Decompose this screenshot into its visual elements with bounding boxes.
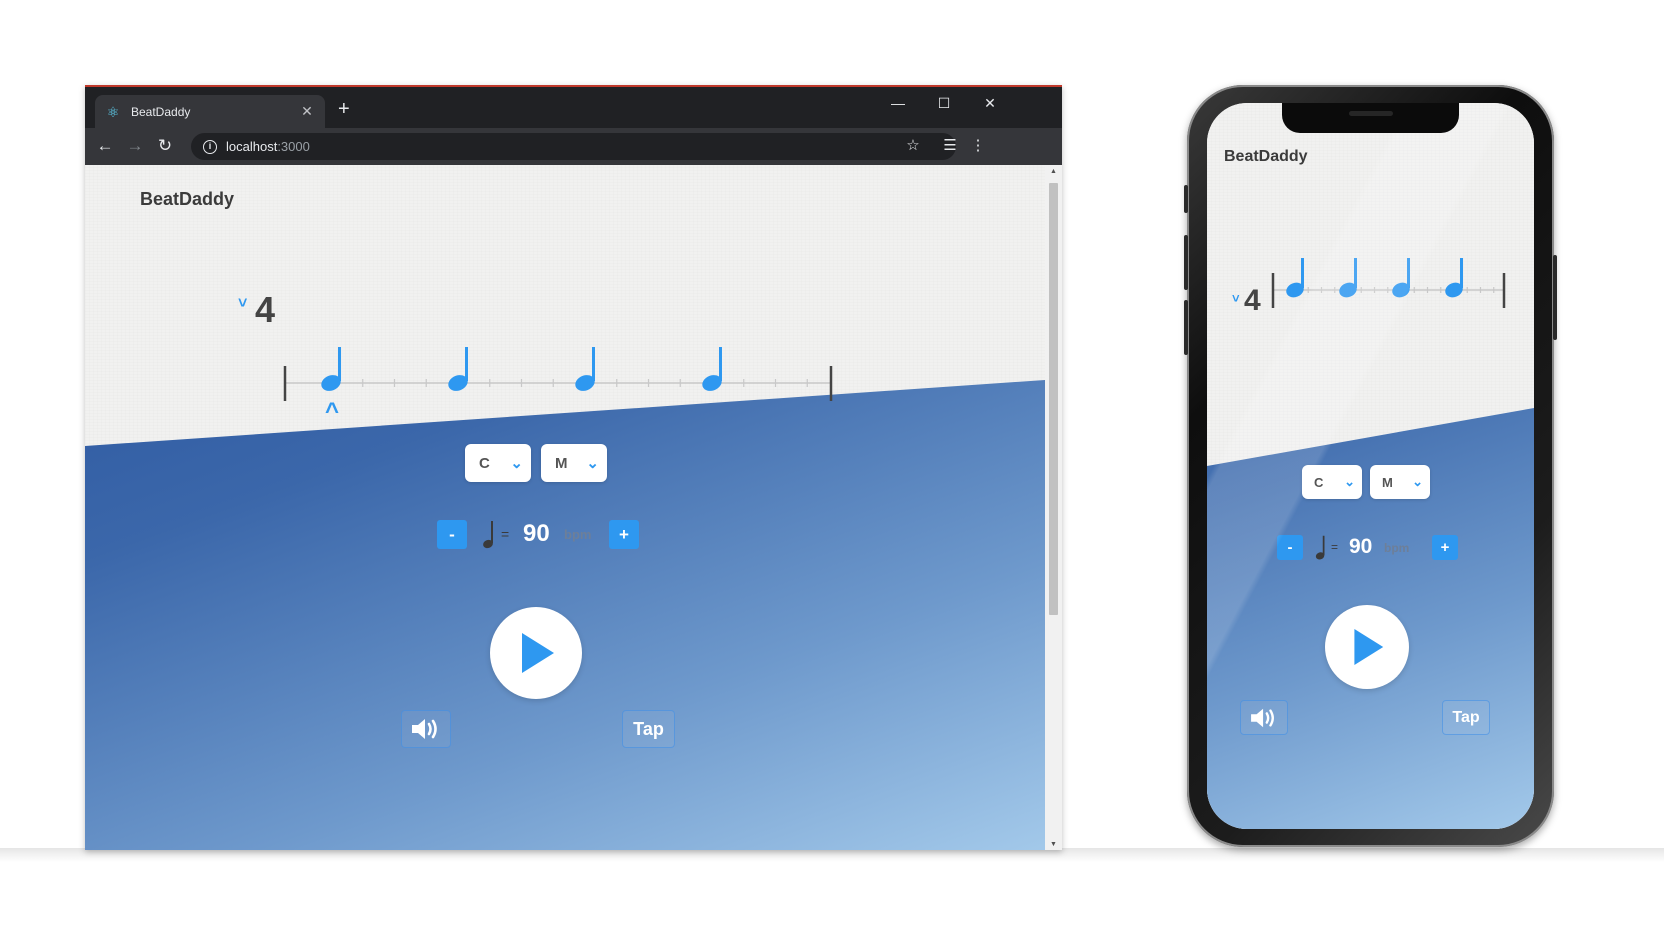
showcase-stage: ⚛ BeatDaddy ✕ + — ☐ ✕ ← → ↻ i localhost:… (0, 0, 1664, 936)
beat-cursor-icon: ^ (325, 398, 339, 425)
quarter-note (702, 347, 722, 391)
react-atom-icon: ⚛ (106, 103, 120, 120)
mode-select[interactable]: M ⌄ (541, 444, 607, 482)
quarter-note-icon (483, 521, 493, 549)
quarter-note (448, 347, 468, 391)
tempo-equals: = (1331, 540, 1339, 554)
tempo-increase-button[interactable]: + (1432, 535, 1458, 560)
floor-shadow (0, 848, 1664, 862)
play-icon (1354, 629, 1384, 665)
close-window-button[interactable]: ✕ (967, 93, 1013, 113)
browser-window: ⚛ BeatDaddy ✕ + — ☐ ✕ ← → ↻ i localhost:… (85, 85, 1062, 850)
phone-screen: BeatDaddy ˅ 4 C ⌄ M ⌄ - = 90 bpm + Tap (1207, 103, 1534, 829)
play-icon (522, 633, 554, 673)
phone-notch (1282, 103, 1459, 133)
key-select-value: C (1314, 474, 1324, 490)
minimize-button[interactable]: — (875, 93, 921, 113)
tempo-value[interactable]: 90 (523, 520, 550, 548)
speaker-volume-icon (412, 719, 437, 739)
phone-volume-down (1184, 300, 1188, 355)
tempo-decrease-button[interactable]: - (1277, 535, 1303, 560)
forward-button[interactable]: → (125, 137, 145, 155)
site-info-icon[interactable]: i (203, 139, 217, 154)
mode-select-value: M (1382, 474, 1393, 490)
phone-earpiece (1349, 111, 1393, 116)
extension-icon[interactable]: ☰ (940, 137, 960, 155)
chevron-down-icon: ⌄ (1344, 474, 1355, 489)
tap-tempo-button[interactable]: Tap (1442, 700, 1490, 735)
tempo-equals: = (501, 526, 510, 542)
back-button[interactable]: ← (95, 137, 115, 155)
chevron-down-icon: ⌄ (1412, 474, 1423, 489)
quarter-note (1445, 258, 1463, 298)
measure-staff: ^ (283, 347, 833, 425)
mode-select[interactable]: M ⌄ (1370, 465, 1430, 499)
tab-close-icon[interactable]: ✕ (299, 103, 315, 120)
quarter-note (321, 347, 341, 391)
tempo-value[interactable]: 90 (1349, 535, 1372, 559)
page-scrollbar[interactable]: ▲ ▼ (1045, 165, 1062, 850)
key-select[interactable]: C ⌄ (1302, 465, 1362, 499)
sound-toggle-button[interactable] (1240, 700, 1288, 735)
play-button[interactable] (1325, 605, 1409, 689)
phone-volume-up (1184, 235, 1188, 290)
bookmark-star-icon[interactable]: ☆ (903, 137, 923, 155)
tab-title: BeatDaddy (131, 104, 191, 119)
tap-tempo-button[interactable]: Tap (622, 710, 675, 748)
tempo-unit: bpm (564, 527, 592, 542)
key-select[interactable]: C ⌄ (465, 444, 531, 482)
chevron-down-icon: ⌄ (586, 455, 599, 472)
quarter-note-icon (1315, 535, 1325, 560)
phone-mockup: BeatDaddy ˅ 4 C ⌄ M ⌄ - = 90 bpm + Tap (1184, 85, 1557, 847)
tempo-increase-button[interactable]: + (609, 520, 639, 549)
key-select-value: C (479, 454, 490, 472)
speaker-volume-icon (1251, 708, 1274, 727)
scroll-down-arrow-icon[interactable]: ▼ (1049, 840, 1058, 850)
url-port: :3000 (277, 139, 310, 154)
tab-beatdaddy[interactable]: ⚛ BeatDaddy ✕ (95, 95, 325, 128)
new-tab-button[interactable]: + (338, 99, 350, 119)
url-host: localhost (226, 139, 278, 154)
reload-button[interactable]: ↻ (155, 137, 175, 155)
tab-strip: ⚛ BeatDaddy ✕ + — ☐ ✕ (85, 87, 1062, 128)
maximize-button[interactable]: ☐ (921, 93, 967, 113)
beatdaddy-app-mobile: BeatDaddy ˅ 4 C ⌄ M ⌄ - = 90 bpm + Tap (1207, 103, 1534, 829)
sound-toggle-button[interactable] (401, 710, 451, 748)
browser-menu-icon[interactable]: ⋮ (968, 137, 988, 155)
address-bar[interactable]: i localhost:3000 (191, 133, 956, 160)
browser-toolbar: ← → ↻ i localhost:3000 ☆ ☰ ⋮ (85, 128, 1062, 165)
tempo-unit: bpm (1384, 541, 1410, 555)
quarter-note (1339, 258, 1357, 298)
scroll-up-arrow-icon[interactable]: ▲ (1049, 167, 1058, 177)
tempo-decrease-button[interactable]: - (437, 520, 467, 549)
quarter-note (1286, 258, 1304, 298)
page-viewport: BeatDaddy ˅ 4 ^ C ⌄ M ⌄ - = 90 bpm + Tap… (85, 165, 1062, 850)
scroll-thumb[interactable] (1049, 183, 1058, 615)
quarter-note (575, 347, 595, 391)
phone-mute-switch (1184, 185, 1188, 213)
quarter-note (1392, 258, 1410, 298)
mode-select-value: M (555, 454, 568, 472)
chevron-down-icon: ⌄ (510, 455, 523, 472)
beatdaddy-app-desktop: BeatDaddy ˅ 4 ^ C ⌄ M ⌄ - = 90 bpm + Tap (85, 165, 1045, 850)
phone-power-button (1553, 255, 1557, 340)
play-button[interactable] (490, 607, 582, 699)
